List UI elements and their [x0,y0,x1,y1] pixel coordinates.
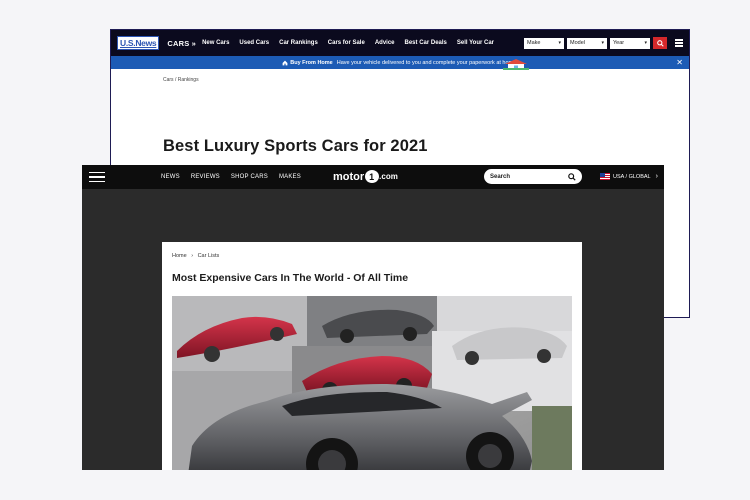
us-flag-icon [600,173,610,180]
nav-shop-cars[interactable]: SHOP CARS [231,174,268,180]
breadcrumb-car-lists[interactable]: Car Lists [198,253,220,259]
close-icon[interactable]: ✕ [676,58,683,67]
hamburger-menu-icon[interactable] [675,39,683,47]
usnews-cars-section-link[interactable]: CARS » [167,39,196,48]
year-select[interactable]: Year ▾ [610,37,650,49]
search-placeholder: Search [490,173,511,180]
page-title: Best Luxury Sports Cars for 2021 [163,137,428,155]
breadcrumb-home[interactable]: Home [172,253,187,259]
search-icon [656,39,664,47]
motor1-logo[interactable]: motor 1 .com [333,170,398,183]
banner-heading: Buy From Home [290,59,333,66]
region-selector[interactable]: USA / GLOBAL › [600,173,658,180]
usnews-vehicle-selectors: Make ▾ Model ▾ Year ▾ [524,37,667,49]
banner-text: Have your vehicle delivered to you and c… [336,59,518,66]
home-icon [282,60,288,65]
usnews-navbar: U.S.News CARS » New Cars Used Cars Car R… [111,30,689,56]
usnews-nav-links: New Cars Used Cars Car Rankings Cars for… [202,40,504,46]
search-input[interactable]: Search [484,169,582,184]
nav-makes[interactable]: MAKES [279,174,301,180]
nav-reviews[interactable]: REVIEWS [191,174,220,180]
motor1-navbar: NEWS REVIEWS SHOP CARS MAKES motor 1 .com … [82,165,664,189]
breadcrumb: Home › Car Lists [172,253,219,259]
article-title: Most Expensive Cars In The World - Of Al… [172,272,409,284]
make-select[interactable]: Make ▾ [524,37,564,49]
buy-from-home-banner[interactable]: Buy From Home Have your vehicle delivere… [111,56,689,70]
chevron-down-icon: ▾ [558,40,561,46]
house-illustration-icon [503,59,529,70]
breadcrumb-separator: › [191,253,194,259]
motor1-window: NEWS REVIEWS SHOP CARS MAKES motor 1 .com … [82,165,664,470]
hamburger-menu-icon[interactable] [89,171,105,183]
breadcrumb[interactable]: Cars / Rankings [163,77,199,83]
chevron-right-icon: › [655,173,658,180]
motor1-nav-links: NEWS REVIEWS SHOP CARS MAKES [161,174,312,180]
nav-cars-for-sale[interactable]: Cars for Sale [328,40,365,46]
nav-advice[interactable]: Advice [375,40,395,46]
nav-news[interactable]: NEWS [161,174,180,180]
nav-used-cars[interactable]: Used Cars [239,40,269,46]
chevron-down-icon: ▾ [601,40,604,46]
article-card: Home › Car Lists Most Expensive Cars In … [162,242,582,470]
nav-car-rankings[interactable]: Car Rankings [279,40,318,46]
nav-best-car-deals[interactable]: Best Car Deals [405,40,447,46]
usnews-logo[interactable]: U.S.News [117,36,160,50]
nav-sell-your-car[interactable]: Sell Your Car [457,40,494,46]
search-icon[interactable] [568,172,576,181]
chevron-down-icon: ▾ [644,40,647,46]
hero-image-supercar-collage [172,296,572,470]
model-select[interactable]: Model ▾ [567,37,607,49]
search-button[interactable] [653,37,667,49]
nav-new-cars[interactable]: New Cars [202,40,229,46]
